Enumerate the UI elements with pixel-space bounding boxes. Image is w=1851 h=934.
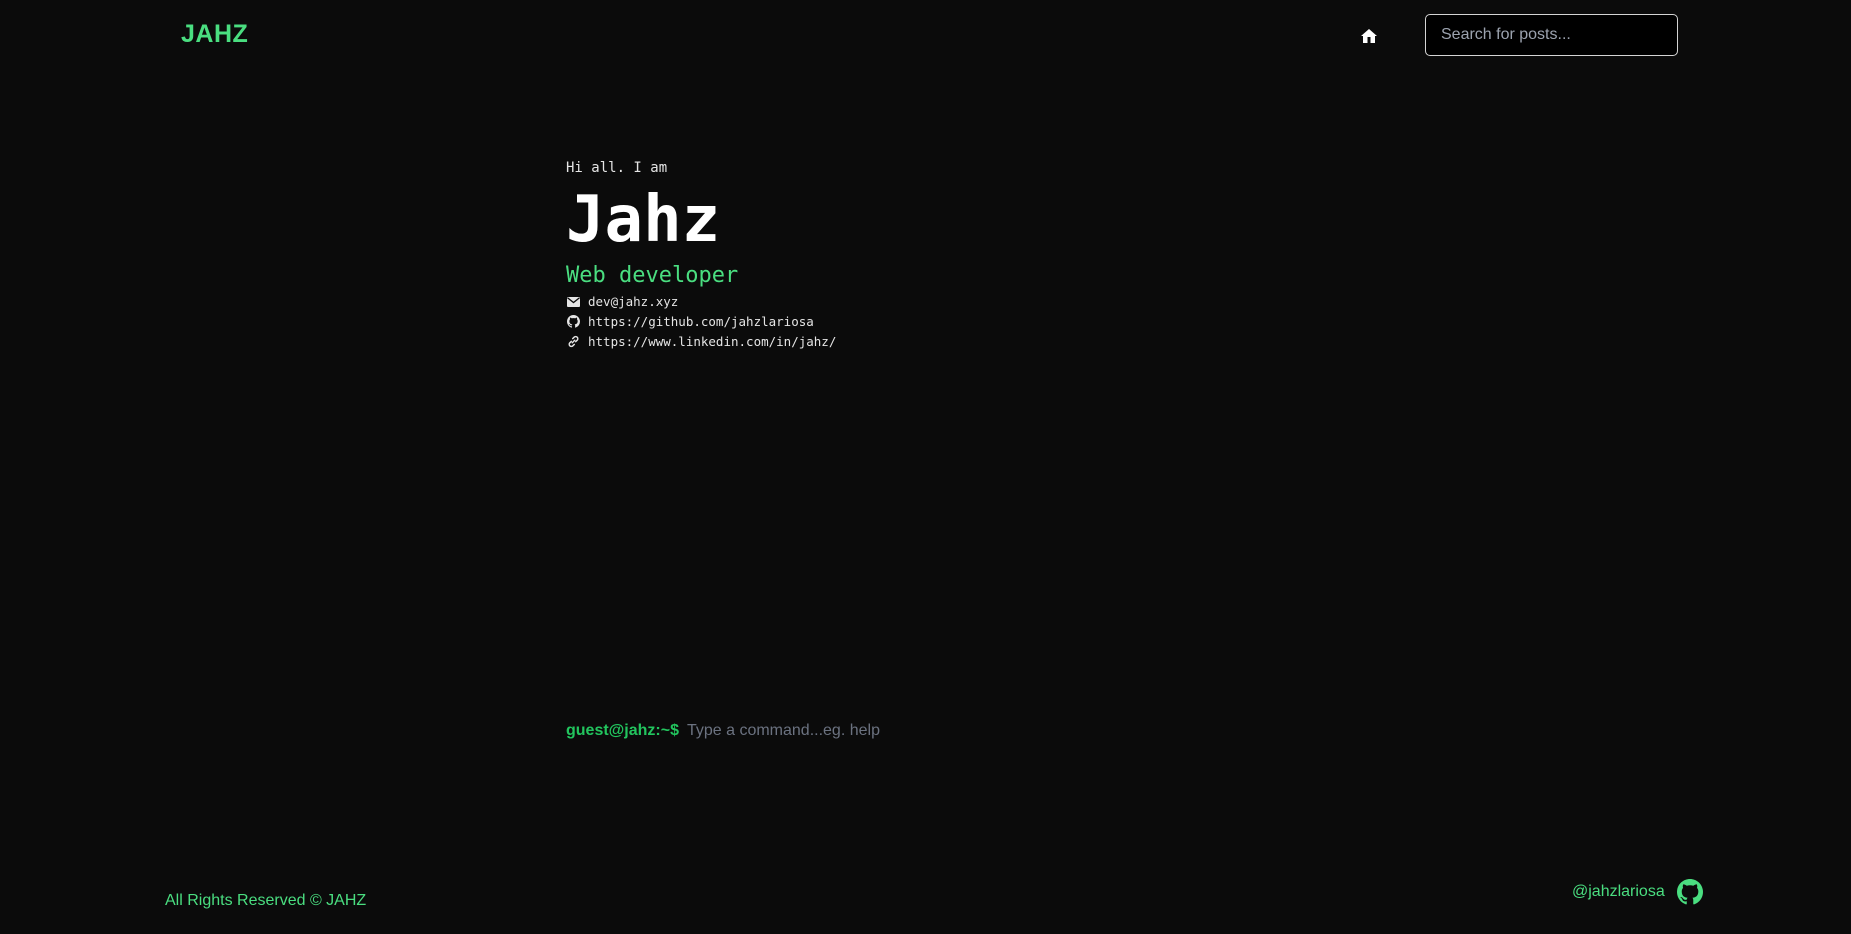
mail-icon (566, 295, 580, 309)
hero-role: Web developer (566, 263, 739, 288)
contact-email-link[interactable]: dev@jahz.xyz (566, 294, 678, 309)
terminal-prompt-row: guest@jahz:~$ (566, 722, 1007, 740)
terminal-prompt: guest@jahz:~$ (566, 722, 679, 739)
contact-github-text: https://github.com/jahzlariosa (588, 314, 814, 329)
footer-github-link[interactable]: @jahzlariosa (1572, 879, 1703, 905)
site-header: JAHZ (0, 0, 1851, 70)
hero-name: Jahz (566, 183, 721, 257)
github-icon (566, 315, 580, 329)
search-input[interactable] (1425, 14, 1678, 56)
footer-copyright: All Rights Reserved © JAHZ (165, 892, 367, 909)
greeting-text: Hi all. I am (566, 160, 668, 176)
link-icon (566, 335, 580, 349)
brand-logo[interactable]: JAHZ (181, 20, 248, 49)
contact-linkedin-link[interactable]: https://www.linkedin.com/in/jahz/ (566, 334, 836, 349)
contact-github-link[interactable]: https://github.com/jahzlariosa (566, 314, 814, 329)
command-input[interactable] (686, 722, 1007, 740)
home-button[interactable] (1359, 26, 1379, 46)
footer-handle: @jahzlariosa (1572, 883, 1665, 900)
contact-linkedin-text: https://www.linkedin.com/in/jahz/ (588, 334, 837, 349)
contact-email-text: dev@jahz.xyz (588, 294, 679, 309)
home-icon (1361, 29, 1377, 43)
github-icon (1676, 879, 1703, 905)
